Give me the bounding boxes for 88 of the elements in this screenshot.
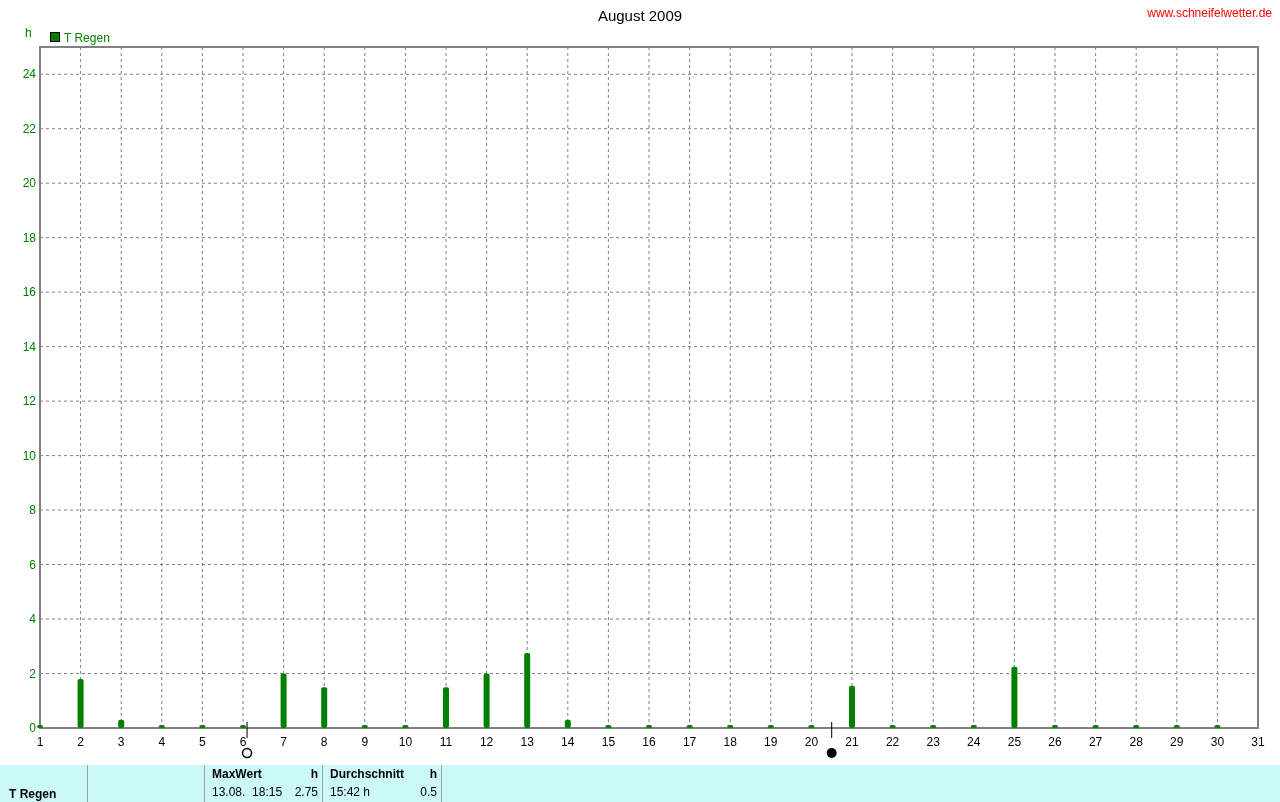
bar (930, 725, 937, 728)
x-tick-label: 6 (239, 735, 247, 749)
bar (280, 673, 287, 728)
axis-unit: h (25, 26, 32, 40)
bar (849, 685, 855, 728)
bar (361, 725, 368, 728)
y-tick-label: 16 (22, 285, 36, 300)
bar (77, 678, 84, 728)
bar (158, 725, 165, 728)
bar (1173, 725, 1180, 728)
bar (767, 725, 774, 728)
x-tick-label: 26 (1048, 735, 1062, 749)
bar (727, 725, 734, 728)
y-tick-label: 22 (22, 121, 36, 136)
bar (321, 687, 328, 728)
bar (564, 719, 571, 728)
table-cell: 0.5 (420, 784, 437, 800)
x-tick-label: 9 (361, 735, 369, 749)
x-tick-label: 18 (723, 735, 737, 749)
x-tick-label: 25 (1007, 735, 1022, 749)
bar (1092, 725, 1099, 728)
x-tick-label: 5 (199, 735, 206, 749)
x-tick-label: 3 (117, 735, 125, 749)
table-cell: 15:42 h (330, 784, 371, 800)
x-tick-label: 19 (764, 735, 778, 749)
y-tick-label: 4 (29, 612, 36, 627)
x-tick-label: 30 (1210, 735, 1225, 749)
x-tick-label: 14 (561, 735, 575, 749)
unit-label: h (310, 767, 318, 783)
x-tick-label: 8 (320, 735, 328, 749)
unit-label: h (429, 767, 437, 783)
website-link[interactable]: www.schneifelwetter.de (1147, 6, 1272, 20)
bar (808, 725, 815, 728)
y-tick-label: 14 (22, 339, 36, 354)
bar (970, 725, 977, 728)
bar (483, 673, 490, 728)
column-heading: Durchschnitt (330, 767, 404, 783)
x-tick-label: 2 (77, 735, 84, 749)
x-tick-label: 22 (885, 735, 900, 749)
x-tick-label: 21 (845, 735, 859, 749)
y-tick-label: 2 (29, 666, 36, 681)
column-heading: MaxWert (212, 767, 262, 783)
bar (37, 725, 43, 728)
bar (889, 725, 896, 728)
bar (1214, 725, 1221, 728)
y-tick-label: 0 (29, 721, 36, 735)
chart-title: August 2009 (597, 7, 683, 24)
table-cell: 13.08. 18:15 (212, 784, 283, 800)
x-tick-label: 15 (601, 735, 616, 749)
bar (686, 725, 693, 728)
x-tick-label: 31 (1251, 735, 1265, 749)
bar (1052, 725, 1058, 728)
full-moon-icon (241, 721, 253, 759)
x-tick-label: 1 (36, 735, 44, 749)
y-tick-label: 24 (22, 67, 36, 82)
new-moon-icon (826, 721, 837, 758)
y-tick-label: 10 (22, 448, 36, 463)
x-tick-label: 12 (479, 735, 494, 749)
x-tick-label: 24 (967, 735, 981, 749)
x-tick-label: 16 (642, 735, 656, 749)
bar (199, 725, 206, 728)
bar (1133, 725, 1140, 728)
x-tick-label: 28 (1129, 735, 1143, 749)
x-tick-label: 11 (439, 735, 453, 749)
y-tick-label: 18 (22, 230, 36, 245)
x-tick-label: 20 (804, 735, 819, 749)
y-tick-label: 12 (22, 394, 36, 409)
y-tick-label: 8 (29, 503, 36, 518)
bar (605, 725, 612, 728)
x-tick-label: 29 (1170, 735, 1184, 749)
bar (646, 725, 652, 728)
x-tick-label: 17 (682, 735, 697, 749)
bar (118, 719, 125, 728)
bar (240, 725, 246, 728)
bar (402, 725, 409, 728)
table-cell: 2.75 (294, 784, 318, 800)
x-tick-label: 4 (158, 735, 166, 749)
bar (1011, 666, 1018, 728)
x-tick-label: 10 (398, 735, 413, 749)
x-tick-label: 7 (280, 735, 287, 749)
y-tick-label: 6 (29, 557, 36, 572)
y-tick-label: 20 (22, 176, 36, 191)
x-tick-label: 23 (926, 735, 940, 749)
legend-label: T Regen (64, 31, 110, 45)
x-tick-label: 27 (1088, 735, 1103, 749)
bar (443, 687, 449, 728)
series-label: T Regen (8, 786, 58, 802)
x-tick-label: 13 (520, 735, 534, 749)
